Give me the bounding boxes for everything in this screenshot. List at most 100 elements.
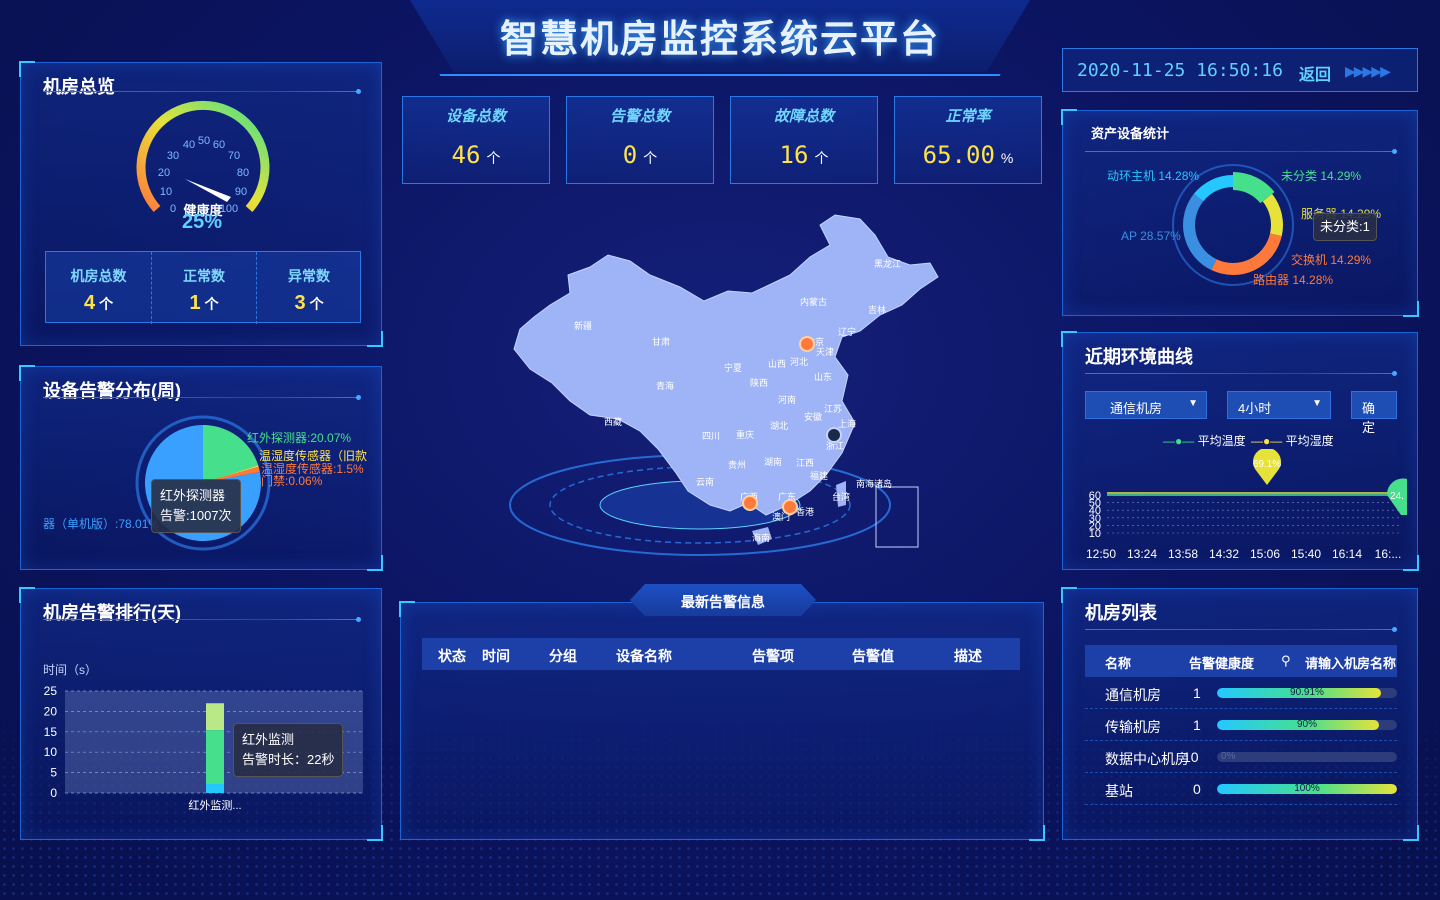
room-select-value: 通信机房: [1110, 401, 1163, 416]
room-row[interactable]: 传输机房 1 90%: [1085, 709, 1397, 741]
health-bar-text: 90.91%: [1290, 688, 1324, 698]
asset-stats-title: 资产设备统计: [1091, 126, 1170, 141]
y-axis-label: 时间（s）: [43, 663, 98, 677]
gauge-tick-label: 70: [228, 150, 240, 162]
latest-alerts-title: 最新告警信息: [630, 584, 816, 616]
province-label: 江苏: [824, 403, 842, 414]
stat-value: 46 个: [451, 141, 501, 169]
province-label: 湖北: [770, 421, 788, 431]
card-value: 3个: [294, 292, 324, 314]
x-tick-label: 14:32: [1209, 547, 1239, 561]
donut-slice-4: [1183, 193, 1217, 271]
temperature-marker-label: 24.: [1390, 491, 1404, 502]
y-tick-label: 0: [50, 786, 57, 800]
room-select[interactable]: 通信机房 ▼: [1085, 391, 1207, 419]
column-header: 分组: [549, 648, 577, 664]
bar-tooltip: 红外监测 告警时长：22秒: [233, 723, 344, 777]
gauge-tick-label: 10: [160, 186, 172, 198]
bar-y-ticks: 0 5 10 15 20 25: [44, 685, 58, 800]
province-label: 陕西: [750, 377, 768, 388]
room-search-input[interactable]: 请输入机房名称: [1305, 653, 1396, 672]
env-x-ticks: 12:50 13:24 13:58 14:32 15:06 15:40 16:14 16:..…: [1086, 547, 1401, 561]
gauge-tick-label: 90: [235, 186, 247, 198]
alarm-ranking-panel: 机房告警排行(天) 时间（s） 0 5 10 15 20 25 红外监测... 红外监测 …: [19, 587, 383, 841]
total-rooms-card: 机房总数 4个: [46, 252, 151, 324]
legend-humidity: —●— 平均湿度: [1251, 434, 1334, 448]
column-header: 告警健康度: [1189, 656, 1255, 671]
column-header: 告警值: [852, 648, 894, 664]
province-label: 辽宁: [838, 326, 856, 337]
x-tick-label: 15:06: [1250, 547, 1280, 561]
stat-label: 故障总数: [773, 108, 834, 125]
card-value: 4个: [83, 292, 114, 314]
column-header: 时间: [482, 648, 510, 664]
room-count: 1: [1193, 685, 1201, 701]
donut-label: 未分类 14.29%: [1281, 169, 1362, 183]
title-divider: [43, 395, 361, 400]
province-label: 河北: [790, 356, 808, 367]
range-select-value: 4小时: [1238, 401, 1272, 416]
room-name: 通信机房: [1105, 687, 1161, 703]
province-label: 黑龙江: [874, 258, 901, 269]
title-divider: [43, 89, 361, 94]
health-bar: 90%: [1217, 720, 1397, 730]
alarm-ranking-title: 机房告警排行(天): [43, 603, 181, 623]
room-row[interactable]: 基站 0 100%: [1085, 773, 1397, 805]
health-bar-text: 100%: [1294, 784, 1320, 794]
confirm-button[interactable]: 确定: [1351, 391, 1397, 435]
room-table-header: 名称 告警健康度 ⚲ 请输入机房名称: [1085, 645, 1397, 677]
province-label: 河南: [778, 394, 796, 405]
province-label: 云南: [696, 476, 714, 487]
y-tick-label: 60: [1089, 490, 1101, 502]
asset-stats-panel: 资产设备统计 动环主机 14.28% 未分类 14.29% 服务器 14.29%…: [1061, 109, 1419, 317]
gauge-value: 25%: [181, 211, 223, 233]
back-button[interactable]: 返回: [1299, 61, 1331, 85]
province-label: 上海: [838, 418, 856, 429]
province-label: 西藏: [604, 416, 622, 427]
legend-dot-icon: —●—: [1251, 434, 1283, 448]
pie-tooltip: 红外探测器 告警:1007次: [151, 479, 241, 533]
stat-value: 16 个: [779, 141, 829, 169]
donut-slices: [1183, 172, 1283, 275]
range-select[interactable]: 4小时 ▼: [1227, 391, 1331, 419]
health-bar: 90.91%: [1217, 688, 1397, 698]
abnormal-rooms-card: 异常数 3个: [256, 252, 361, 324]
health-bar: 0%: [1217, 752, 1397, 762]
x-tick-label: 16:...: [1375, 547, 1402, 561]
health-bar-text: 90%: [1296, 720, 1317, 730]
overview-title: 机房总览: [43, 77, 115, 97]
stat-label: 设备总数: [445, 108, 506, 125]
province-label: 天津: [816, 347, 834, 357]
room-marker-guangdong: [782, 499, 798, 515]
gauge-needle: [185, 179, 231, 202]
gauge-tick-label: 40: [183, 139, 195, 151]
stat-label: 告警总数: [609, 108, 670, 125]
donut-label: 交换机 14.29%: [1291, 253, 1372, 267]
room-row[interactable]: 数据中心机房 10 0%: [1085, 741, 1397, 773]
province-label: 重庆: [736, 429, 754, 440]
room-list-panel: 机房列表 名称 告警健康度 ⚲ 请输入机房名称 通信机房 1 90.91% 传输…: [1061, 587, 1419, 841]
donut-slice-5: [1193, 175, 1234, 202]
gauge-tick-label: 20: [158, 167, 170, 179]
room-marker-zhejiang: [826, 427, 842, 443]
bar-0-base: [206, 784, 224, 793]
room-row[interactable]: 通信机房 1 90.91%: [1085, 677, 1397, 709]
tooltip-name: 红外探测器: [160, 488, 226, 503]
column-header: 设备名称: [616, 648, 672, 664]
south-sea-inset: [875, 486, 919, 548]
province-label: 江西: [796, 458, 814, 468]
env-gridlines: [1107, 494, 1401, 534]
y-tick-label: 5: [50, 766, 57, 780]
room-name: 数据中心机房: [1105, 751, 1189, 767]
overview-cards: 机房总数 4个 正常数 1个 异常数 3个: [45, 251, 361, 324]
x-tick-label: 15:40: [1291, 547, 1321, 561]
column-header: 名称: [1105, 656, 1132, 671]
normal-rooms-card: 正常数 1个: [151, 252, 256, 324]
tooltip-name: 红外监测: [242, 732, 295, 747]
room-count: 10: [1183, 749, 1199, 765]
donut-label: 路由器 14.28%: [1253, 273, 1334, 287]
donut-label: AP 28.57%: [1121, 229, 1181, 243]
bar-marks: [206, 703, 224, 793]
health-bar-text: 0%: [1221, 752, 1236, 762]
province-label: 台湾: [832, 491, 850, 502]
